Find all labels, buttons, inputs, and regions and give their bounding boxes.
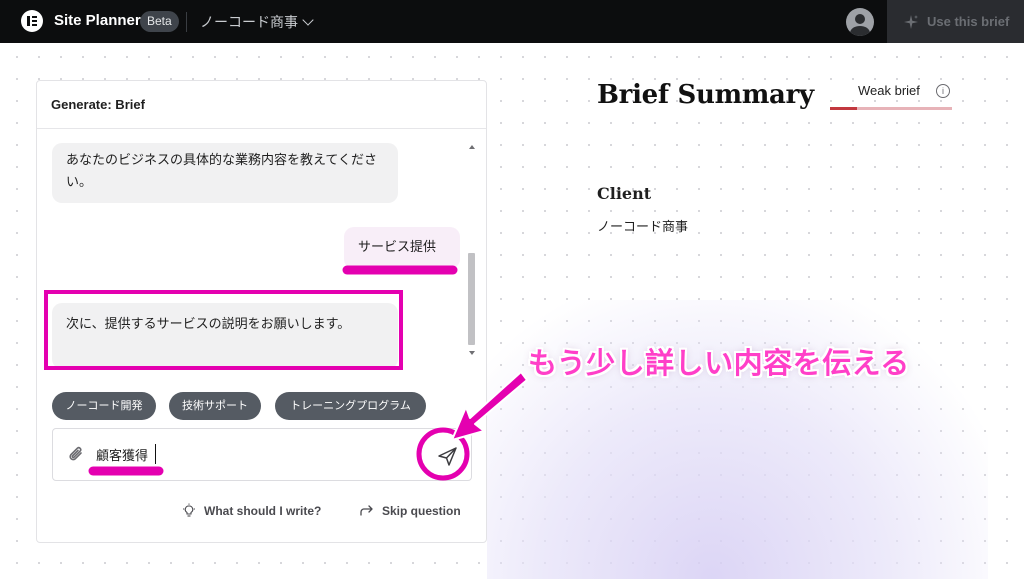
skip-question-label: Skip question	[382, 504, 461, 518]
client-value: ノーコード商事	[597, 220, 689, 235]
info-icon[interactable]: i	[936, 84, 950, 98]
send-icon[interactable]	[432, 442, 462, 470]
site-selector[interactable]: ノーコード商事	[200, 12, 314, 32]
skip-arrow-icon	[360, 505, 373, 516]
message-input[interactable]	[96, 442, 396, 466]
scrollbar-thumb[interactable]	[468, 253, 475, 345]
user-avatar[interactable]	[846, 8, 874, 36]
user-message: サービス提供	[344, 227, 460, 269]
ai-message-1: あなたのビジネスの具体的な業務内容を教えてください。	[52, 143, 398, 203]
panel-title: Generate: Brief	[37, 81, 486, 129]
beta-badge: Beta	[140, 11, 179, 32]
what-should-i-write-link[interactable]: What should I write?	[181, 503, 321, 519]
message-composer	[52, 428, 472, 481]
chat-scrollbar[interactable]	[465, 141, 479, 359]
scroll-up-arrow-icon[interactable]	[469, 145, 475, 149]
skip-question-link[interactable]: Skip question	[359, 503, 461, 519]
site-name: ノーコード商事	[200, 15, 298, 31]
scroll-down-arrow-icon[interactable]	[469, 351, 475, 355]
header-divider	[186, 12, 187, 32]
brief-strength-label: Weak brief	[858, 83, 920, 98]
what-should-i-write-label: What should I write?	[204, 504, 322, 518]
text-caret	[155, 444, 156, 464]
sparkle-icon	[904, 14, 918, 29]
paperclip-icon[interactable]	[67, 445, 87, 465]
lightbulb-icon	[183, 503, 195, 517]
top-bar: Site Planner Beta ノーコード商事 Use this brief	[0, 0, 1024, 43]
generate-brief-panel: Generate: Brief あなたのビジネスの具体的な業務内容を教えてくださ…	[36, 80, 487, 543]
brief-summary-title: Brief Summary	[597, 80, 814, 110]
elementor-logo-icon[interactable]	[21, 10, 43, 32]
chevron-down-icon	[302, 14, 314, 26]
client-label: Client	[597, 184, 652, 203]
suggestion-chip-nocode-dev[interactable]: ノーコード開発	[52, 392, 156, 420]
ai-message-2: 次に、提供するサービスの説明をお願いします。	[52, 303, 398, 369]
app-title: Site Planner	[54, 12, 141, 29]
suggestion-chip-training-program[interactable]: トレーニングプログラム	[275, 392, 426, 420]
annotation-callout: もう少し詳しい内容を伝える	[528, 346, 910, 380]
suggestion-chip-tech-support[interactable]: 技術サポート	[169, 392, 261, 420]
brief-strength-fill	[830, 107, 857, 110]
use-this-brief-button[interactable]: Use this brief	[887, 0, 1024, 43]
use-this-brief-label: Use this brief	[927, 14, 1010, 29]
